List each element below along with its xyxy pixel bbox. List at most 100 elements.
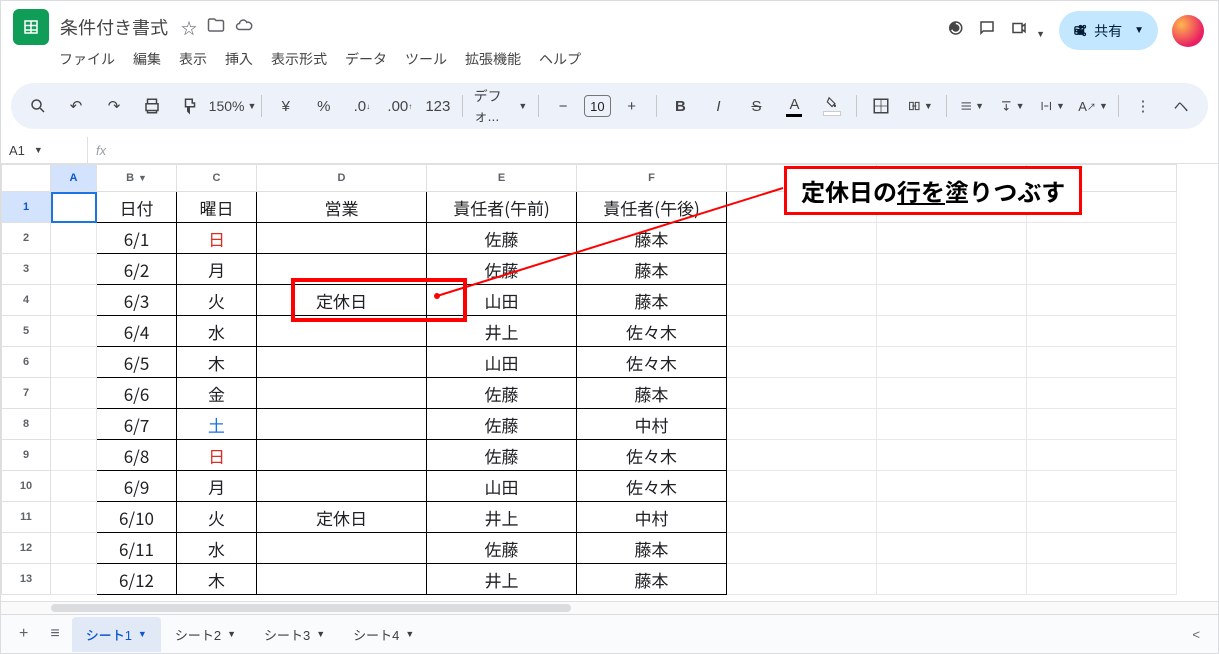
cell-F10[interactable]: 佐々木 xyxy=(577,471,727,502)
cell-D9[interactable] xyxy=(257,440,427,471)
increase-font-icon[interactable]: + xyxy=(615,92,649,121)
cell-D4[interactable]: 定休日 xyxy=(257,285,427,316)
sheets-logo[interactable] xyxy=(13,9,49,45)
cell-3[interactable] xyxy=(1027,254,1177,285)
increase-decimal-icon[interactable]: .00↑ xyxy=(383,92,417,121)
collapse-toolbar-icon[interactable]: ヘ xyxy=(1164,90,1198,123)
cell-D6[interactable] xyxy=(257,347,427,378)
fill-color-icon[interactable] xyxy=(815,90,849,122)
cell-D8[interactable] xyxy=(257,409,427,440)
cell-2[interactable] xyxy=(727,223,877,254)
star-icon[interactable]: ☆ xyxy=(181,15,197,39)
cell-D13[interactable] xyxy=(257,564,427,595)
cell-E11[interactable]: 井上 xyxy=(427,502,577,533)
percent-icon[interactable]: % xyxy=(307,92,341,121)
row-header-1[interactable]: 1 xyxy=(2,192,51,223)
cell-E8[interactable]: 佐藤 xyxy=(427,409,577,440)
cell-2[interactable] xyxy=(877,223,1027,254)
currency-icon[interactable]: ¥ xyxy=(269,92,303,121)
menu-ヘルプ[interactable]: ヘルプ xyxy=(533,45,587,73)
cell-9[interactable] xyxy=(727,440,877,471)
cell-A5[interactable] xyxy=(51,316,97,347)
name-box[interactable]: A1 ▼ xyxy=(1,141,87,160)
borders-icon[interactable] xyxy=(864,91,898,121)
cell-A7[interactable] xyxy=(51,378,97,409)
row-header-7[interactable]: 7 xyxy=(2,378,51,409)
cell-B6[interactable]: 6/5 xyxy=(97,347,177,378)
row-header-13[interactable]: 13 xyxy=(2,564,51,595)
cell-13[interactable] xyxy=(1027,564,1177,595)
cell-7[interactable] xyxy=(1027,378,1177,409)
text-color-icon[interactable]: A xyxy=(777,90,811,123)
cell-A8[interactable] xyxy=(51,409,97,440)
cell-6[interactable] xyxy=(877,347,1027,378)
cell-F4[interactable]: 藤本 xyxy=(577,285,727,316)
explore-icon[interactable]: < xyxy=(1192,627,1210,642)
cell-F12[interactable]: 藤本 xyxy=(577,533,727,564)
cell-C4[interactable]: 火 xyxy=(177,285,257,316)
column-header-E[interactable]: E xyxy=(427,165,577,192)
cell-E7[interactable]: 佐藤 xyxy=(427,378,577,409)
row-header-3[interactable]: 3 xyxy=(2,254,51,285)
select-all-corner[interactable] xyxy=(2,165,51,192)
sheet-tab-シート1[interactable]: シート1▼ xyxy=(72,617,161,652)
comment-icon[interactable] xyxy=(978,19,996,43)
cell-C1[interactable]: 曜日 xyxy=(177,192,257,223)
cell-8[interactable] xyxy=(877,409,1027,440)
cell-D7[interactable] xyxy=(257,378,427,409)
print-icon[interactable] xyxy=(135,91,169,121)
cell-F2[interactable]: 藤本 xyxy=(577,223,727,254)
cell-B4[interactable]: 6/3 xyxy=(97,285,177,316)
cell-8[interactable] xyxy=(1027,409,1177,440)
cell-C9[interactable]: 日 xyxy=(177,440,257,471)
sheet-tab-シート4[interactable]: シート4▼ xyxy=(339,617,428,652)
strikethrough-icon[interactable]: S xyxy=(739,92,773,121)
cell-A9[interactable] xyxy=(51,440,97,471)
cell-C7[interactable]: 金 xyxy=(177,378,257,409)
cell-5[interactable] xyxy=(1027,316,1177,347)
column-header-F[interactable]: F xyxy=(577,165,727,192)
font-size-input[interactable]: 10 xyxy=(584,95,611,117)
cell-2[interactable] xyxy=(1027,223,1177,254)
cell-B11[interactable]: 6/10 xyxy=(97,502,177,533)
cell-D2[interactable] xyxy=(257,223,427,254)
menu-ファイル[interactable]: ファイル xyxy=(53,45,121,73)
cell-13[interactable] xyxy=(877,564,1027,595)
cell-E4[interactable]: 山田 xyxy=(427,285,577,316)
cell-A10[interactable] xyxy=(51,471,97,502)
cell-7[interactable] xyxy=(727,378,877,409)
redo-icon[interactable]: ↷ xyxy=(97,91,131,121)
sheet-tab-シート3[interactable]: シート3▼ xyxy=(250,617,339,652)
cell-C11[interactable]: 火 xyxy=(177,502,257,533)
cell-F11[interactable]: 中村 xyxy=(577,502,727,533)
bold-icon[interactable]: B xyxy=(663,92,697,121)
cell-11[interactable] xyxy=(877,502,1027,533)
cell-3[interactable] xyxy=(727,254,877,285)
sheet-tab-dropdown-icon[interactable]: ▼ xyxy=(138,629,147,639)
decrease-font-icon[interactable]: − xyxy=(546,92,580,121)
more-formats-icon[interactable]: 123 xyxy=(421,92,455,121)
account-avatar[interactable] xyxy=(1172,15,1204,47)
cell-B1[interactable]: 日付 xyxy=(97,192,177,223)
cell-A2[interactable] xyxy=(51,223,97,254)
row-header-6[interactable]: 6 xyxy=(2,347,51,378)
cell-F1[interactable]: 責任者(午後) xyxy=(577,192,727,223)
cell-4[interactable] xyxy=(1027,285,1177,316)
cell-D1[interactable]: 営業 xyxy=(257,192,427,223)
column-header-B[interactable]: B▼ xyxy=(97,165,177,192)
cell-E5[interactable]: 井上 xyxy=(427,316,577,347)
cell-C6[interactable]: 木 xyxy=(177,347,257,378)
cell-E6[interactable]: 山田 xyxy=(427,347,577,378)
all-sheets-button[interactable]: ≡ xyxy=(40,619,69,649)
cell-5[interactable] xyxy=(727,316,877,347)
merge-cells-icon[interactable]: ▼ xyxy=(902,91,938,121)
cell-B13[interactable]: 6/12 xyxy=(97,564,177,595)
cell-E2[interactable]: 佐藤 xyxy=(427,223,577,254)
cell-8[interactable] xyxy=(727,409,877,440)
row-header-9[interactable]: 9 xyxy=(2,440,51,471)
column-header-C[interactable]: C xyxy=(177,165,257,192)
cell-F13[interactable]: 藤本 xyxy=(577,564,727,595)
cell-12[interactable] xyxy=(877,533,1027,564)
cell-9[interactable] xyxy=(1027,440,1177,471)
horizontal-align-icon[interactable]: ▼ xyxy=(954,91,990,121)
